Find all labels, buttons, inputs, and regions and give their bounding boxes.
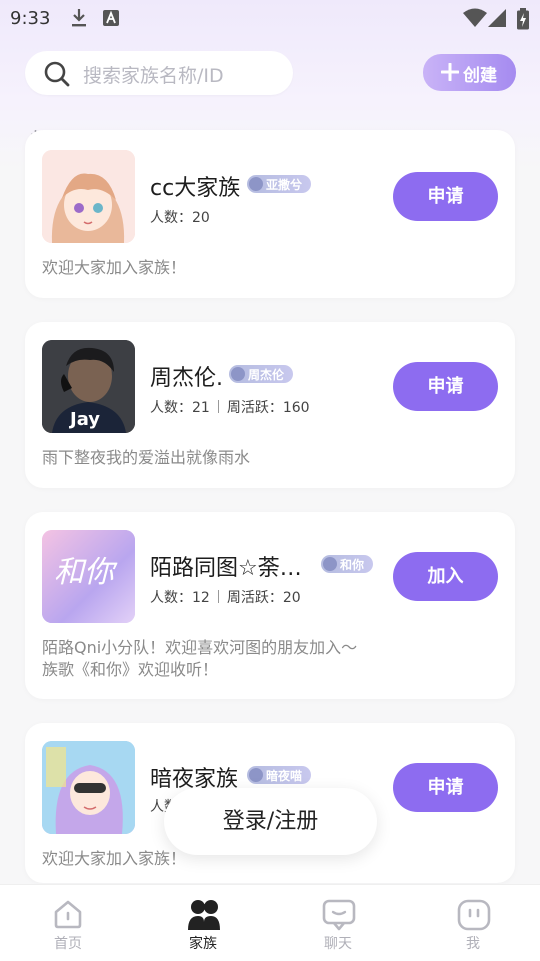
family-tag: 亚撒兮 (247, 175, 311, 193)
status-time: 9:33 (10, 8, 51, 29)
family-tag-label: 周杰伦 (248, 368, 285, 382)
plus-icon (441, 63, 459, 81)
family-description: 欢迎大家加入家族！ (42, 258, 187, 277)
avatar-caption: Jay (68, 409, 100, 430)
family-stats: 人数：21 周活跃：160 (150, 397, 310, 417)
family-stats: 人数：12 周活跃：20 (150, 587, 301, 607)
wifi-icon (463, 8, 487, 27)
bottom-nav: 首页 家族 聊天 我 (0, 884, 540, 961)
family-avatar (42, 741, 135, 834)
tag-icon (249, 768, 263, 782)
calligraphy-avatar-icon: 和你 (42, 530, 135, 623)
battery-icon (517, 8, 529, 30)
singer-photo-avatar-icon: Jay (42, 340, 135, 433)
family-name: 周杰伦. (150, 366, 223, 391)
nav-home-label: 首页 (54, 936, 82, 952)
family-tag: 和你 (321, 555, 373, 573)
signal-icon (488, 9, 506, 27)
nav-me[interactable]: 我 (413, 885, 533, 961)
family-avatar: Jay (42, 340, 135, 433)
family-avatar: 和你 (42, 530, 135, 623)
accessibility-icon (103, 10, 119, 26)
tag-icon (231, 367, 245, 381)
nav-home[interactable]: 首页 (8, 885, 128, 961)
family-name: 陌路同图☆荼… (150, 556, 302, 581)
family-description-line: 族歌《和你》欢迎收听！ (42, 660, 219, 679)
search-input[interactable]: 搜索家族名称/ID (25, 51, 293, 95)
nav-family[interactable]: 家族 (143, 885, 263, 961)
tabs-bar (0, 112, 540, 168)
profile-icon (457, 899, 491, 931)
avatar-caption: 和你 (54, 555, 118, 590)
search-placeholder: 搜索家族名称/ID (83, 65, 224, 87)
family-icon (188, 900, 220, 930)
family-description: 欢迎大家加入家族！ (42, 849, 187, 868)
apply-button[interactable]: 申请 (393, 172, 498, 221)
tag-icon (323, 557, 337, 571)
anime-character-avatar-icon (42, 741, 135, 834)
weekly-active-count: 周活跃：160 (226, 400, 310, 416)
tag-icon (249, 177, 263, 191)
download-icon (72, 9, 86, 27)
family-name: cc大家族 (150, 176, 241, 201)
family-tag-label: 亚撒兮 (266, 178, 303, 192)
family-description: 雨下整夜我的爱溢出就像雨水 (42, 448, 251, 467)
family-tag-label: 暗夜喵 (266, 769, 303, 783)
login-register-button[interactable]: 登录/注册 (164, 788, 377, 855)
chat-icon (322, 899, 356, 931)
apply-button[interactable]: 申请 (393, 362, 498, 411)
create-button-label: 创建 (463, 66, 497, 86)
member-count: 人数：21 (150, 400, 210, 416)
create-family-button[interactable]: 创建 (423, 54, 516, 91)
status-bar: 9:33 (0, 0, 540, 36)
nav-chat[interactable]: 聊天 (278, 885, 398, 961)
member-count: 人数：12 (150, 590, 210, 606)
apply-button[interactable]: 申请 (393, 763, 498, 812)
join-button[interactable]: 加入 (393, 552, 498, 601)
family-card[interactable]: 和你 陌路同图☆荼… 和你 人数：12 周活跃：20 加入 陌路Qni小分队！欢迎… (25, 512, 515, 699)
family-tag-label: 和你 (340, 558, 365, 572)
family-description-line: 陌路Qni小分队！欢迎喜欢河图的朋友加入～ (42, 638, 358, 657)
search-icon (44, 61, 70, 87)
nav-chat-label: 聊天 (324, 936, 352, 952)
family-tag: 周杰伦 (229, 365, 293, 383)
nav-me-label: 我 (466, 936, 480, 952)
weekly-active-count: 周活跃：20 (226, 590, 301, 606)
family-tag: 暗夜喵 (247, 766, 311, 784)
family-stats: 人数：20 (150, 207, 210, 227)
nav-family-label: 家族 (189, 936, 217, 952)
family-description: 陌路Qni小分队！欢迎喜欢河图的朋友加入～ 族歌《和你》欢迎收听！ (42, 637, 357, 681)
family-card[interactable]: Jay 周杰伦. 周杰伦 人数：21 周活跃：160 申请 雨下整夜我的爱溢出就像… (25, 322, 515, 488)
home-icon (54, 900, 82, 929)
member-count: 人数：20 (150, 210, 210, 226)
